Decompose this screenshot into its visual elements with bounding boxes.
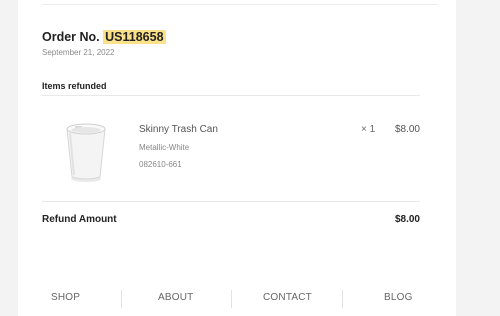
order-title: Order No. US118658	[42, 30, 166, 44]
footer-link-about[interactable]: ABOUT	[158, 292, 193, 303]
order-date: September 21, 2022	[42, 48, 115, 57]
trash-can-product-image	[66, 123, 106, 182]
item-price: $8.00	[394, 124, 420, 135]
item-name: Skinny Trash Can	[139, 124, 218, 135]
footer-nav: SHOP ABOUT CONTACT BLOG	[18, 290, 456, 308]
item-quantity: × 1	[361, 124, 376, 135]
footer-separator	[121, 290, 122, 308]
refund-divider	[42, 201, 420, 202]
order-number: US118658	[103, 30, 166, 44]
refund-amount-value: $8.00	[394, 214, 420, 225]
footer-separator	[342, 290, 343, 308]
footer-link-blog[interactable]: BLOG	[384, 292, 413, 303]
section-divider	[42, 95, 420, 96]
item-sku: 082610-661	[139, 160, 182, 169]
item-variant: Metallic-White	[139, 143, 190, 152]
order-label: Order No.	[42, 30, 100, 44]
top-divider	[42, 4, 438, 5]
refund-amount-label: Refund Amount	[42, 214, 117, 225]
footer-link-shop[interactable]: SHOP	[51, 292, 80, 303]
footer-link-contact[interactable]: CONTACT	[263, 292, 312, 303]
footer-separator	[231, 290, 232, 308]
email-card: Order No. US118658 September 21, 2022 It…	[18, 0, 456, 316]
items-refunded-heading: Items refunded	[42, 81, 107, 91]
